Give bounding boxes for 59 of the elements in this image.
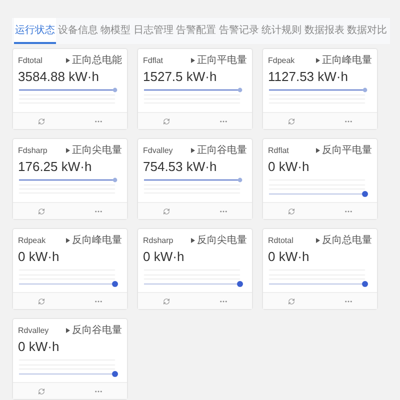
refresh-icon xyxy=(38,298,45,304)
meter-value: 0 kW·h xyxy=(17,248,60,264)
tab[interactable]: 物模型 xyxy=(100,18,132,44)
meter-label: 反向平电量 xyxy=(322,144,372,157)
meter-value: 0 kW·h xyxy=(267,158,310,174)
caret-icon xyxy=(316,148,320,152)
meter-value: 3584.88 kW·h xyxy=(17,68,100,84)
meter-value: 0 kW·h xyxy=(17,338,60,354)
meter-name: Fdtotal xyxy=(18,56,42,64)
meter-label: 反向尖电量 xyxy=(197,234,247,247)
refresh-icon xyxy=(288,298,295,304)
meter-label: 反向谷电量 xyxy=(72,324,122,337)
meter-label: 正向谷电量 xyxy=(197,144,247,157)
meter-value: 1527.5 kW·h xyxy=(142,68,218,84)
meter-name: Rdtotal xyxy=(268,236,294,244)
tab[interactable]: 日志管理 xyxy=(132,18,174,44)
caret-icon xyxy=(316,238,320,242)
meter-label: 正向总电能 xyxy=(72,54,122,67)
caret-icon xyxy=(191,238,195,242)
meter-name: Rdpeak xyxy=(18,236,46,244)
meter-name: Fdflat xyxy=(143,56,164,64)
refresh-icon xyxy=(38,118,45,124)
refresh-icon xyxy=(38,388,45,394)
refresh-icon xyxy=(163,298,170,304)
tab[interactable]: 告警记录 xyxy=(218,18,260,44)
refresh-icon xyxy=(163,208,170,214)
meter-value: 1127.53 kW·h xyxy=(267,68,349,84)
meter-name: Rdvalley xyxy=(18,326,49,334)
meter-value: 0 kW·h xyxy=(142,248,186,264)
caret-icon xyxy=(66,328,70,332)
tab[interactable]: 运行状态 xyxy=(14,18,56,44)
meter-name: Fdvalley xyxy=(143,146,173,154)
meter-label: 反向总电量 xyxy=(322,234,372,247)
caret-icon xyxy=(191,148,195,152)
meter-value: 176.25 kW·h xyxy=(17,158,93,174)
meter-name: Rdsharp xyxy=(143,236,174,244)
refresh-icon xyxy=(288,118,295,124)
caret-icon xyxy=(191,58,195,62)
refresh-icon xyxy=(38,208,45,214)
meter-value: 0 kW·h xyxy=(267,248,310,264)
caret-icon xyxy=(66,58,70,62)
caret-icon xyxy=(66,148,70,152)
meter-name: Fdsharp xyxy=(18,146,48,154)
tab[interactable]: 数据报表 xyxy=(303,18,346,44)
refresh-icon xyxy=(288,208,295,214)
tab[interactable]: 数据对比 xyxy=(346,18,388,44)
tab[interactable]: 告警配置 xyxy=(175,18,217,44)
caret-icon xyxy=(316,58,320,62)
tab[interactable]: 设备信息 xyxy=(56,18,99,44)
meter-name: Rdflat xyxy=(268,146,289,154)
meter-label: 正向峰电量 xyxy=(322,54,372,67)
meter-value: 754.53 kW·h xyxy=(142,158,218,174)
meter-label: 正向平电量 xyxy=(197,54,247,67)
refresh-icon xyxy=(163,118,170,124)
meter-label: 正向尖电量 xyxy=(72,144,122,157)
caret-icon xyxy=(66,238,70,242)
meter-label: 反向峰电量 xyxy=(72,234,122,247)
meter-name: Fdpeak xyxy=(268,56,295,64)
tab[interactable]: 统计规则 xyxy=(260,18,302,44)
